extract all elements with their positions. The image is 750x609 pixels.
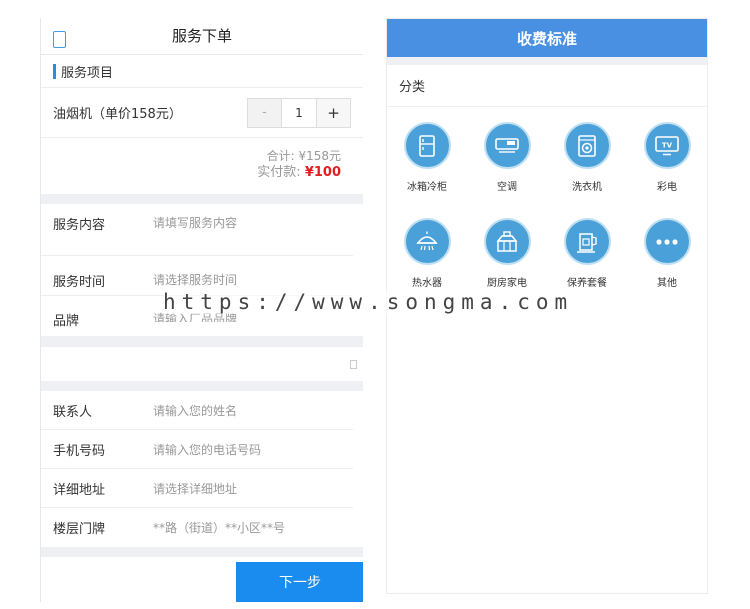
water-heater-icon[interactable]: [403, 218, 451, 265]
category-title: 分类: [387, 65, 707, 107]
category-label: 保养套餐: [567, 278, 607, 289]
totals: 合计: ¥158元 实付款: ¥100: [41, 138, 363, 194]
increase-button[interactable]: +: [316, 98, 350, 127]
field-label: 服务内容: [53, 218, 106, 233]
page-title: 服务下单: [171, 27, 232, 45]
paid-amount: 实付款: ¥100: [41, 164, 341, 182]
footer: 下一步: [41, 562, 363, 602]
contact-name-input[interactable]: 请输入您的姓名: [153, 402, 237, 419]
divider: [41, 336, 363, 346]
quantity-value[interactable]: 1: [282, 99, 316, 127]
category-label: 空调: [497, 182, 517, 193]
category-other[interactable]: 其他: [627, 218, 707, 314]
fridge-icon[interactable]: [403, 122, 451, 169]
divider: [41, 381, 363, 391]
category-air-conditioner[interactable]: 空调: [467, 122, 547, 218]
field-label: 品牌: [53, 314, 80, 329]
service-time-input[interactable]: 请选择服务时间: [153, 271, 237, 288]
quantity-stepper: - 1 +: [247, 97, 351, 128]
pricing-header: 收费标准: [387, 19, 707, 57]
field-label: 楼层门牌: [53, 522, 106, 537]
category-grid: 冰箱冷柜 空调 洗衣机 TV 彩电 热水器 厨房家电 保养套餐 其他: [387, 107, 707, 314]
floor-field[interactable]: 楼层门牌 **路（街道）**小区**号: [41, 508, 353, 547]
tv-icon-text: TV: [662, 141, 673, 149]
divider: [387, 57, 707, 65]
section-title-text: 服务项目: [61, 65, 114, 81]
blank-row: [41, 346, 363, 381]
divider: [41, 194, 363, 204]
checkbox-icon[interactable]: [350, 360, 357, 369]
category-label: 洗衣机: [572, 182, 602, 193]
subtotal: 合计: ¥158元: [266, 149, 341, 163]
category-label: 热水器: [412, 278, 442, 289]
phone-input[interactable]: 请输入您的电话号码: [153, 441, 261, 458]
field-label: 服务时间: [53, 275, 106, 290]
more-icon[interactable]: [643, 218, 691, 265]
floor-input[interactable]: **路（街道）**小区**号: [153, 519, 285, 536]
category-label: 彩电: [657, 182, 677, 193]
tv-icon[interactable]: TV: [643, 122, 691, 169]
back-icon[interactable]: [53, 31, 66, 48]
air-conditioner-icon[interactable]: [483, 122, 531, 169]
service-content-input[interactable]: 请填写服务内容: [153, 214, 237, 231]
contact-name-field[interactable]: 联系人 请输入您的姓名: [41, 391, 353, 430]
product-name: 油烟机（单价158元）: [53, 107, 182, 122]
category-label: 厨房家电: [487, 278, 527, 289]
field-label: 手机号码: [53, 443, 106, 459]
category-label: 其他: [657, 278, 677, 289]
category-tv[interactable]: TV 彩电: [627, 122, 707, 218]
paid-label: 实付款:: [257, 165, 305, 180]
section-title: 服务项目: [41, 55, 363, 88]
kitchen-appliance-icon[interactable]: [483, 218, 531, 265]
washing-machine-icon[interactable]: [563, 122, 611, 169]
field-label: 详细地址: [53, 482, 106, 498]
watermark-text: https://www.songma.com: [163, 290, 574, 314]
order-header: 服务下单: [41, 18, 363, 55]
address-field[interactable]: 详细地址 请选择详细地址: [41, 469, 353, 508]
phone-field[interactable]: 手机号码 请输入您的电话号码: [41, 430, 353, 469]
paid-value: ¥100: [304, 165, 341, 180]
next-button[interactable]: 下一步: [236, 562, 363, 602]
product-row: 油烟机（单价158元） - 1 +: [41, 88, 363, 138]
address-input[interactable]: 请选择详细地址: [153, 480, 237, 497]
category-fridge[interactable]: 冰箱冷柜: [387, 122, 467, 218]
divider: [41, 547, 363, 557]
section-marker: [53, 63, 56, 79]
decrease-button[interactable]: -: [248, 98, 282, 127]
category-washing-machine[interactable]: 洗衣机: [547, 122, 627, 218]
category-label: 冰箱冷柜: [407, 182, 447, 193]
maintenance-package-icon[interactable]: [563, 218, 611, 265]
field-label: 联系人: [53, 404, 93, 420]
service-content-field[interactable]: 服务内容 请填写服务内容: [41, 204, 353, 256]
